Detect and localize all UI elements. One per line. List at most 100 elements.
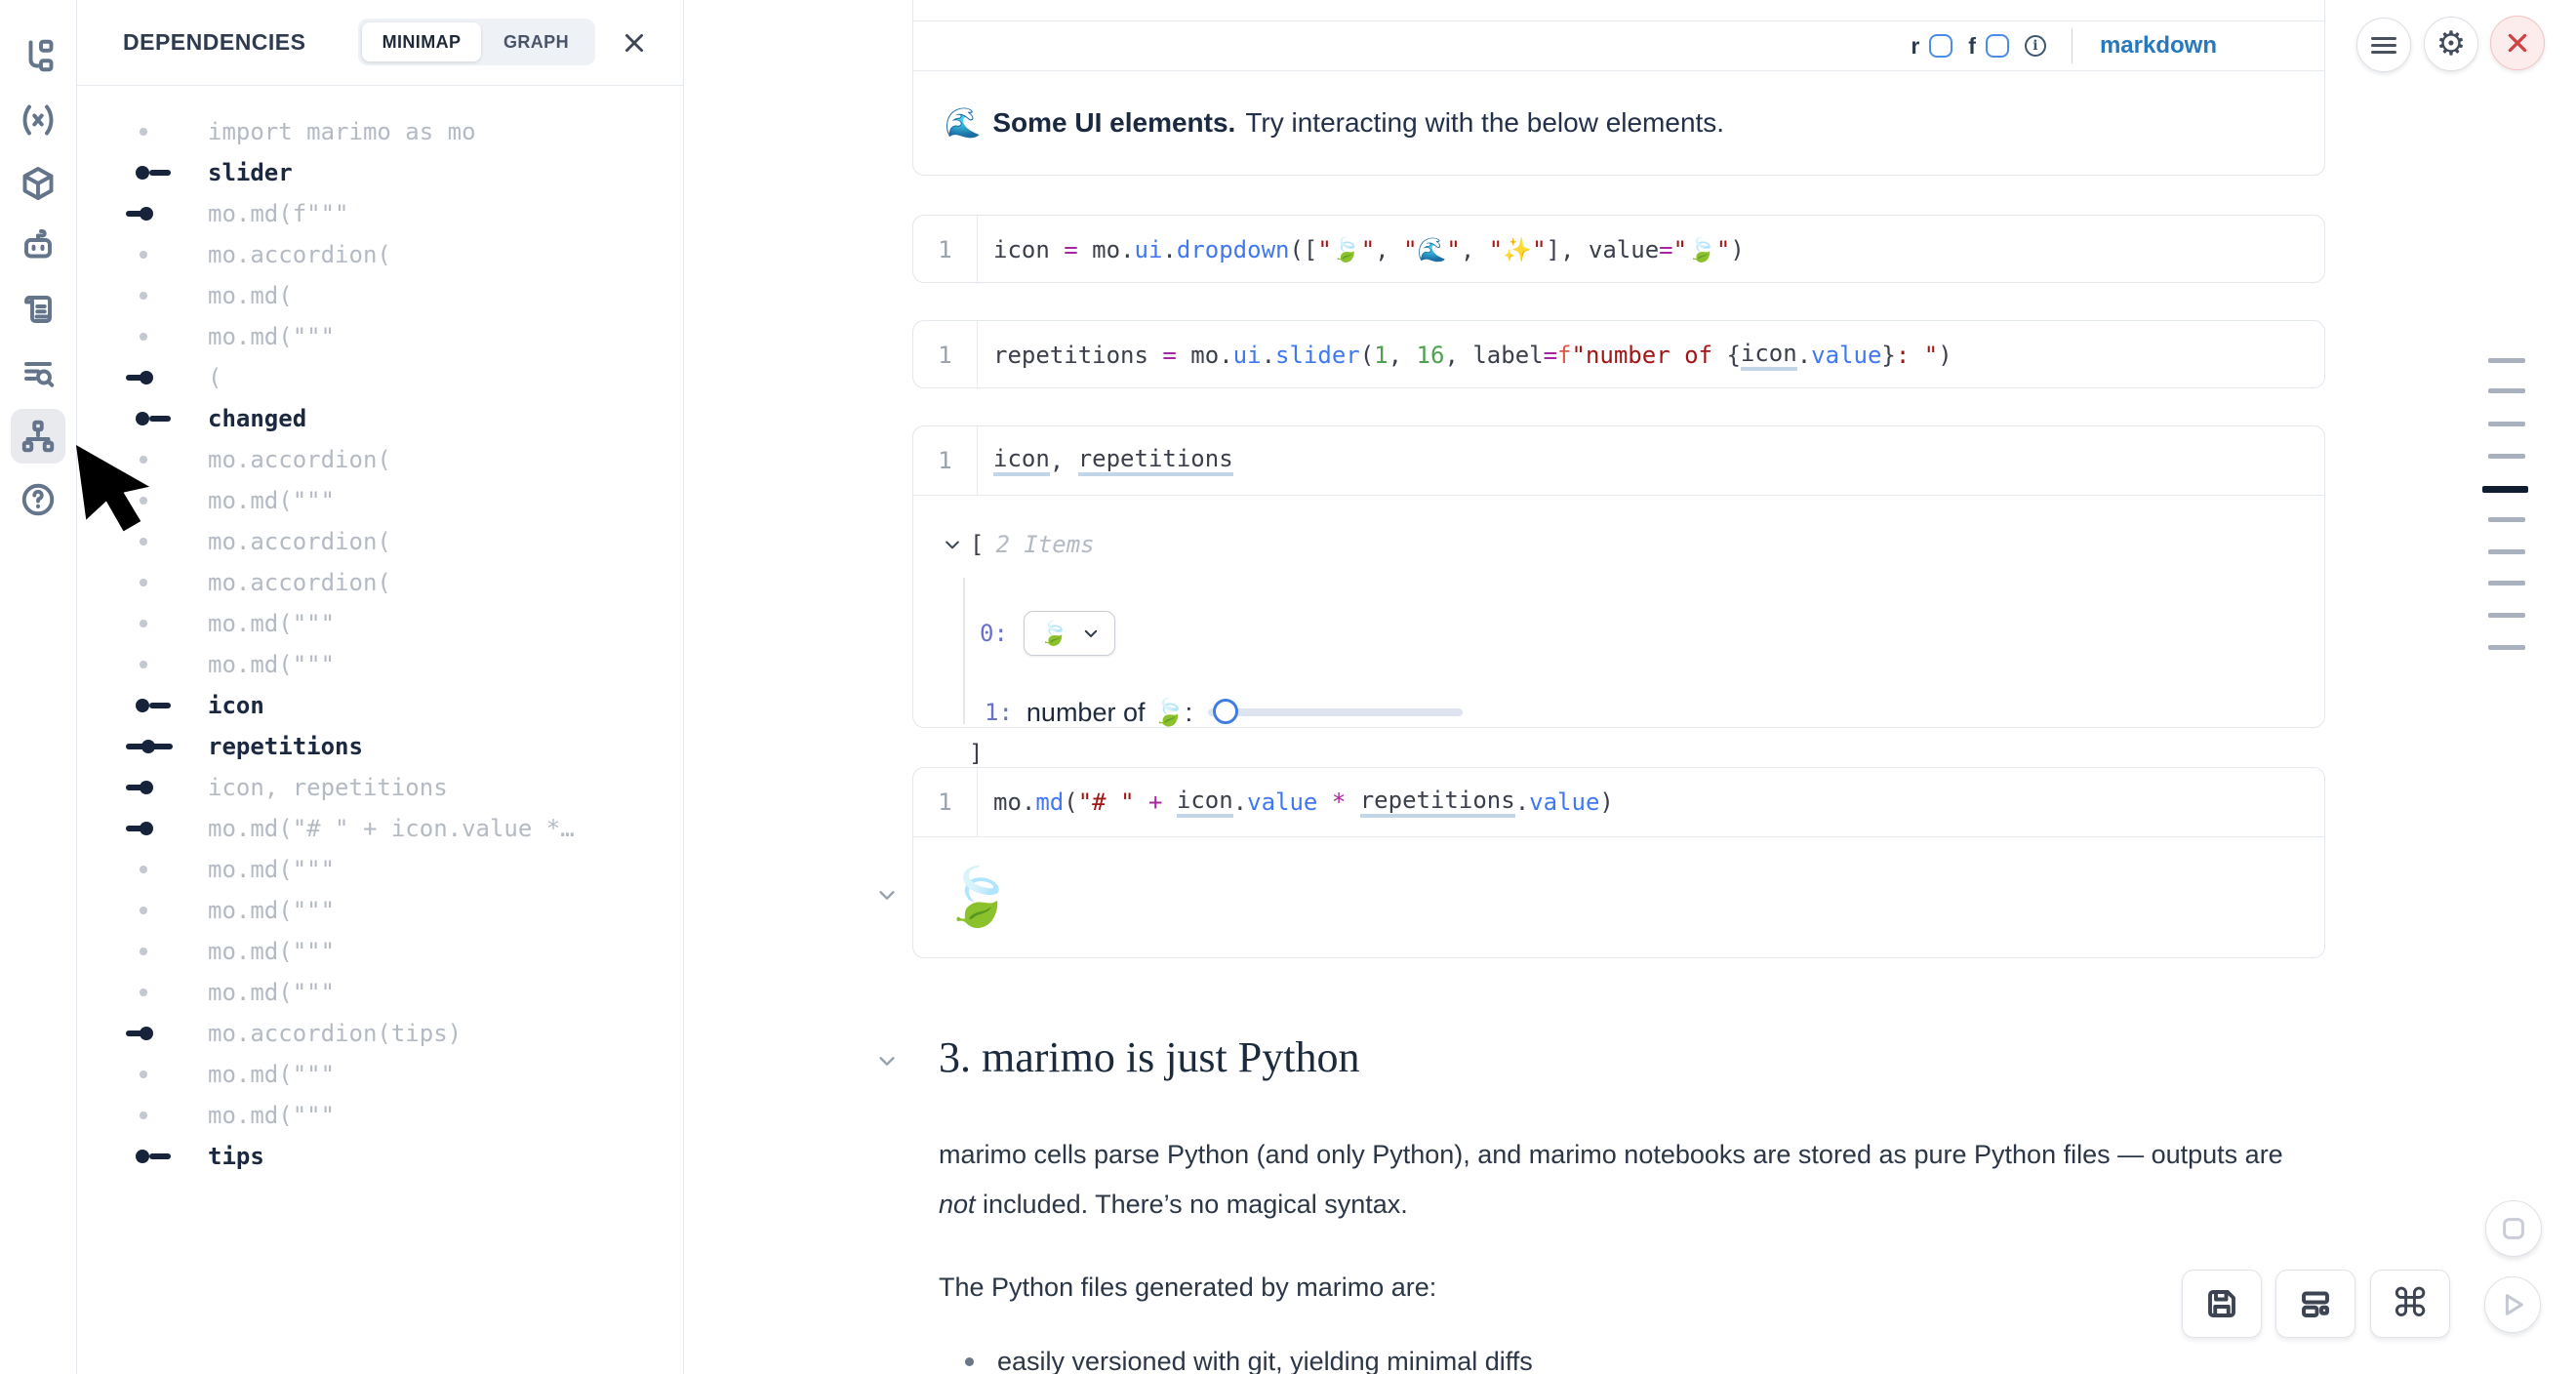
minimap-cell-row[interactable]: changed bbox=[77, 398, 683, 439]
minimap-cell-row[interactable]: mo.md("# " + icon.value *… bbox=[77, 808, 683, 849]
minimap-cell-row[interactable]: icon, repetitions bbox=[77, 767, 683, 808]
minimap-cell-row[interactable]: slider bbox=[77, 152, 683, 193]
cell-md-leaf[interactable]: 1 mo.md("# " + icon.value * repetitions.… bbox=[912, 767, 2325, 958]
minimap-cell-row[interactable]: mo.md(""" bbox=[77, 644, 683, 685]
editor-footer: r f i markdown bbox=[913, 20, 2324, 71]
run-all-button[interactable] bbox=[2484, 1276, 2541, 1333]
code-line[interactable]: mo.md("# " + icon.value * repetitions.va… bbox=[978, 768, 2324, 836]
dependency-marker-icon bbox=[128, 234, 208, 275]
minimap-cell-row[interactable]: mo.md(""" bbox=[77, 972, 683, 1013]
cell-code-preview: mo.md(""" bbox=[208, 979, 335, 1006]
r-checkbox[interactable] bbox=[1929, 34, 1952, 58]
minimap-cell-row[interactable]: ( bbox=[77, 357, 683, 398]
close-icon bbox=[622, 30, 647, 56]
cell-position-tick[interactable] bbox=[2488, 613, 2525, 618]
logs-icon[interactable] bbox=[11, 345, 65, 400]
tab-minimap[interactable]: MINIMAP bbox=[362, 22, 481, 61]
minimap-cell-row[interactable]: mo.md(""" bbox=[77, 603, 683, 644]
cell-code-preview: mo.accordion( bbox=[208, 569, 391, 596]
cell-code-preview: mo.accordion( bbox=[208, 528, 391, 555]
dependency-marker-icon bbox=[128, 890, 208, 931]
dependency-marker-icon bbox=[128, 972, 208, 1013]
minimap-cell-row[interactable]: mo.md(""" bbox=[77, 316, 683, 357]
collapse-chevron-icon[interactable] bbox=[943, 535, 962, 554]
minimap-cell-row[interactable]: icon bbox=[77, 685, 683, 726]
dependencies-icon[interactable] bbox=[11, 409, 65, 464]
save-icon bbox=[2204, 1286, 2239, 1321]
minimap-cell-row[interactable]: mo.md(""" bbox=[77, 931, 683, 972]
code-line[interactable]: icon, repetitions bbox=[978, 426, 2324, 495]
cell-position-tick[interactable] bbox=[2488, 549, 2525, 554]
dependency-marker-icon bbox=[128, 767, 208, 808]
cell-position-tick[interactable] bbox=[2488, 388, 2525, 393]
notebook-menu-button[interactable] bbox=[2356, 18, 2411, 72]
cell-code-preview: mo.md( bbox=[208, 282, 293, 309]
dependency-marker-icon bbox=[128, 685, 208, 726]
repetitions-slider[interactable] bbox=[1208, 708, 1463, 716]
slider-thumb[interactable] bbox=[1213, 699, 1238, 724]
minimap-cell-row[interactable]: mo.md(""" bbox=[77, 890, 683, 931]
cell-code-preview: mo.md(""" bbox=[208, 1061, 335, 1088]
minimap-cell-row[interactable]: mo.md(""" bbox=[77, 1095, 683, 1136]
ai-assistant-icon[interactable] bbox=[11, 219, 65, 273]
stop-kernel-button[interactable] bbox=[2485, 1200, 2542, 1257]
cell-position-tick[interactable] bbox=[2488, 517, 2525, 522]
layout-button[interactable] bbox=[2275, 1270, 2355, 1338]
minimap-cell-row[interactable]: mo.md(""" bbox=[77, 849, 683, 890]
mouse-cursor bbox=[70, 445, 185, 554]
minimap-cell-row[interactable]: mo.md(""" bbox=[77, 1054, 683, 1095]
save-button[interactable] bbox=[2182, 1270, 2262, 1338]
tab-graph[interactable]: GRAPH bbox=[481, 22, 591, 61]
bullet-dot bbox=[965, 1357, 974, 1366]
cell-position-tick[interactable] bbox=[2488, 358, 2525, 363]
minimap-cell-row[interactable]: mo.accordion( bbox=[77, 234, 683, 275]
toc-icon[interactable] bbox=[11, 28, 65, 83]
code-editor[interactable]: 1 🌊 **Some UI elements.** Try interactin… bbox=[913, 0, 2324, 20]
section-collapse-chevron[interactable] bbox=[876, 1050, 898, 1076]
cell-code-preview: mo.md(""" bbox=[208, 938, 335, 965]
f-checkbox[interactable] bbox=[1986, 34, 2009, 58]
f-toggle-label: f bbox=[1968, 33, 1976, 60]
shutdown-button[interactable] bbox=[2490, 16, 2545, 70]
minimap-cell-row[interactable]: import marimo as mo bbox=[77, 111, 683, 152]
minimap-cell-list: import marimo as mo slider mo.md(f""" mo… bbox=[77, 111, 683, 1177]
cell-tuple[interactable]: 1 icon, repetitions [ 2 Items 0: 🍃 bbox=[912, 425, 2325, 728]
paragraph-1-text: marimo cells parse Python (and only Pyth… bbox=[939, 1140, 2283, 1169]
icon-dropdown-select[interactable]: 🍃 bbox=[1024, 611, 1115, 656]
code-line[interactable]: icon = mo.ui.dropdown(["🍃", "🌊", "✨"], v… bbox=[978, 216, 2324, 284]
code-line[interactable]: repetitions = mo.ui.slider(1, 16, label=… bbox=[978, 321, 2324, 389]
minimap-cell-row[interactable]: mo.md(f""" bbox=[77, 193, 683, 234]
help-icon[interactable] bbox=[11, 472, 65, 527]
dependency-marker-icon bbox=[128, 111, 208, 152]
cell-code-preview: ( bbox=[208, 364, 221, 391]
marimo-app: DEPENDENCIES MINIMAP GRAPH import marimo… bbox=[0, 0, 2576, 1374]
cell-slider[interactable]: 1 repetitions = mo.ui.slider(1, 16, labe… bbox=[912, 320, 2325, 388]
cell-position-tick[interactable] bbox=[2488, 645, 2525, 650]
cell-intro-markdown[interactable]: 1 🌊 **Some UI elements.** Try interactin… bbox=[912, 0, 2325, 176]
minimap-cell-row[interactable]: mo.accordion( bbox=[77, 562, 683, 603]
packages-icon[interactable] bbox=[11, 156, 65, 211]
cell-position-tick[interactable] bbox=[2482, 486, 2528, 493]
cell-dropdown[interactable]: 1 icon = mo.ui.dropdown(["🍃", "🌊", "✨"],… bbox=[912, 215, 2325, 283]
dependency-marker-icon bbox=[128, 1013, 208, 1054]
cell-position-tick[interactable] bbox=[2488, 581, 2525, 586]
keyboard-shortcuts-button[interactable]: ⌘ bbox=[2370, 1270, 2450, 1338]
variables-icon[interactable] bbox=[11, 93, 65, 147]
minimap-cell-row[interactable]: mo.accordion(tips) bbox=[77, 1013, 683, 1054]
settings-button[interactable]: ⚙ bbox=[2424, 17, 2478, 71]
cell-code-preview: icon bbox=[208, 692, 264, 719]
output-collapse-chevron[interactable] bbox=[876, 884, 898, 910]
minimap-cell-row[interactable]: tips bbox=[77, 1136, 683, 1177]
info-icon[interactable]: i bbox=[2025, 35, 2046, 57]
cell-position-tick[interactable] bbox=[2488, 454, 2525, 459]
snippets-icon[interactable] bbox=[11, 282, 65, 337]
language-badge[interactable]: markdown bbox=[2100, 32, 2217, 60]
minimap-cell-row[interactable]: mo.md( bbox=[77, 275, 683, 316]
line-number: 1 bbox=[913, 768, 978, 836]
cell-position-tick[interactable] bbox=[2488, 422, 2525, 426]
minimap-cell-row[interactable]: repetitions bbox=[77, 726, 683, 767]
close-panel-button[interactable] bbox=[617, 25, 652, 61]
cell-code-preview: slider bbox=[208, 159, 293, 186]
cell-code-preview: mo.md(""" bbox=[208, 856, 335, 883]
section-heading: 3. marimo is just Python bbox=[939, 1032, 1359, 1082]
